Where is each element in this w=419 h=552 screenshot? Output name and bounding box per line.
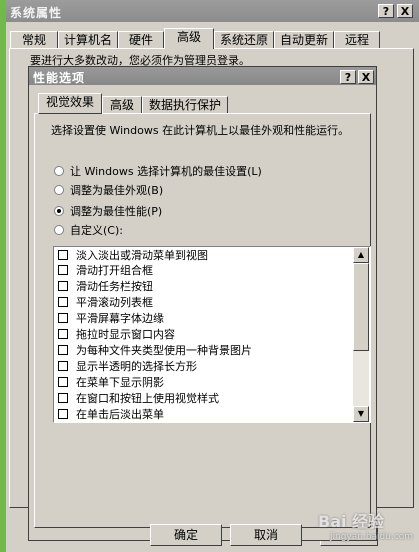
checkbox-label: 平滑屏幕字体边缘 <box>76 312 164 325</box>
baidu-watermark-url: jingyan.baidu.com <box>330 532 414 542</box>
checkbox-label: 显示半透明的选择长方形 <box>76 360 197 373</box>
checkbox-label: 滑动打开组合框 <box>76 264 153 277</box>
checkbox-label: 为每种文件夹类型使用一种背景图片 <box>76 344 252 357</box>
scroll-down-icon[interactable]: ▼ <box>353 406 369 422</box>
checkbox[interactable] <box>58 297 68 307</box>
checkbox-label: 在单击后淡出菜单 <box>76 408 164 421</box>
checkbox-item[interactable]: 在单击后淡出菜单 <box>58 407 164 422</box>
system-properties-titlebar[interactable] <box>6 0 419 22</box>
checkbox-label: 滑动任务栏按钮 <box>76 280 153 293</box>
checkbox-label: 拖拉时显示窗口内容 <box>76 328 175 341</box>
radio-best-performance[interactable]: 调整为最佳性能(P) <box>54 204 162 220</box>
checkbox[interactable] <box>58 361 68 371</box>
tab-remote[interactable]: 远程 <box>334 31 380 49</box>
tab-general[interactable]: 常规 <box>10 31 58 49</box>
checkbox-item[interactable]: 为每种文件夹类型使用一种背景图片 <box>58 343 252 358</box>
radio-indicator[interactable] <box>54 185 64 195</box>
scroll-up-icon[interactable]: ▲ <box>353 247 369 263</box>
checkbox-label: 在窗口和按钮上使用视觉样式 <box>76 392 219 405</box>
visual-effects-description: 选择设置使 Windows 在此计算机上以最佳外观和性能运行。 <box>51 124 350 137</box>
checkbox-label: 在菜单下显示阴影 <box>76 376 164 389</box>
checkbox[interactable] <box>58 313 68 323</box>
outer-help-button[interactable]: ? <box>378 4 394 18</box>
checkbox-item[interactable]: 淡入淡出或滑动菜单到视图 <box>58 248 208 263</box>
checkbox-item[interactable]: 显示半透明的选择长方形 <box>58 359 197 374</box>
radio-label: 调整为最佳性能(P) <box>70 205 163 218</box>
inner-close-button[interactable]: X <box>358 70 374 84</box>
checkbox-item[interactable]: 在菜单下显示阴影 <box>58 375 164 390</box>
checkbox-item[interactable]: 平滑屏幕字体边缘 <box>58 311 164 326</box>
outer-close-button[interactable]: X <box>397 4 413 18</box>
radio-best-appearance[interactable]: 调整为最佳外观(B) <box>54 183 163 199</box>
checkbox[interactable] <box>58 329 68 339</box>
tab-automatic-updates[interactable]: 自动更新 <box>274 31 334 49</box>
ok-button[interactable]: 确定 <box>150 524 222 546</box>
radio-label: 调整为最佳外观(B) <box>70 184 164 197</box>
baidu-watermark: Bai 经验 <box>318 512 385 531</box>
radio-let-windows-choose[interactable]: 让 Windows 选择计算机的最佳设置(L) <box>54 164 262 180</box>
radio-indicator[interactable] <box>54 166 64 176</box>
checkbox[interactable] <box>58 281 68 291</box>
tab-computer-name[interactable]: 计算机名 <box>58 31 118 49</box>
inner-help-button[interactable]: ? <box>340 70 356 84</box>
tab-hardware[interactable]: 硬件 <box>118 31 164 49</box>
checkbox[interactable] <box>58 393 68 403</box>
radio-label: 自定义(C): <box>70 224 123 237</box>
checkbox-label: 淡入淡出或滑动菜单到视图 <box>76 249 208 262</box>
checkbox-item[interactable]: 滑动打开组合框 <box>58 263 153 278</box>
radio-custom[interactable]: 自定义(C): <box>54 223 123 239</box>
checkbox[interactable] <box>58 377 68 387</box>
tab-data-execution-prevention[interactable]: 数据执行保护 <box>142 96 228 114</box>
checkbox[interactable] <box>58 409 68 419</box>
checkbox[interactable] <box>58 345 68 355</box>
tab-system-restore[interactable]: 系统还原 <box>214 31 274 49</box>
scrollbar-thumb[interactable] <box>353 263 369 351</box>
checkbox[interactable] <box>58 265 68 275</box>
tab-inner-advanced[interactable]: 高级 <box>102 96 142 114</box>
checkbox-item[interactable]: 拖拉时显示窗口内容 <box>58 327 175 342</box>
checkbox[interactable] <box>58 250 68 260</box>
checkbox-item[interactable]: 在窗口和按钮上使用视觉样式 <box>58 391 219 406</box>
radio-indicator-selected[interactable] <box>54 206 64 216</box>
radio-label: 让 Windows 选择计算机的最佳设置(L) <box>70 165 262 178</box>
checkbox-item[interactable]: 滑动任务栏按钮 <box>58 279 153 294</box>
tab-visual-effects[interactable]: 视觉效果 <box>38 93 102 114</box>
cancel-button[interactable]: 取消 <box>230 524 302 546</box>
tab-advanced[interactable]: 高级 <box>164 28 214 49</box>
radio-indicator[interactable] <box>54 225 64 235</box>
checkbox-label: 平滑滚动列表框 <box>76 296 153 309</box>
checkbox-item[interactable]: 平滑滚动列表框 <box>58 295 153 310</box>
system-properties-title: 系统属性 <box>10 6 63 20</box>
performance-options-title: 性能选项 <box>33 71 86 85</box>
